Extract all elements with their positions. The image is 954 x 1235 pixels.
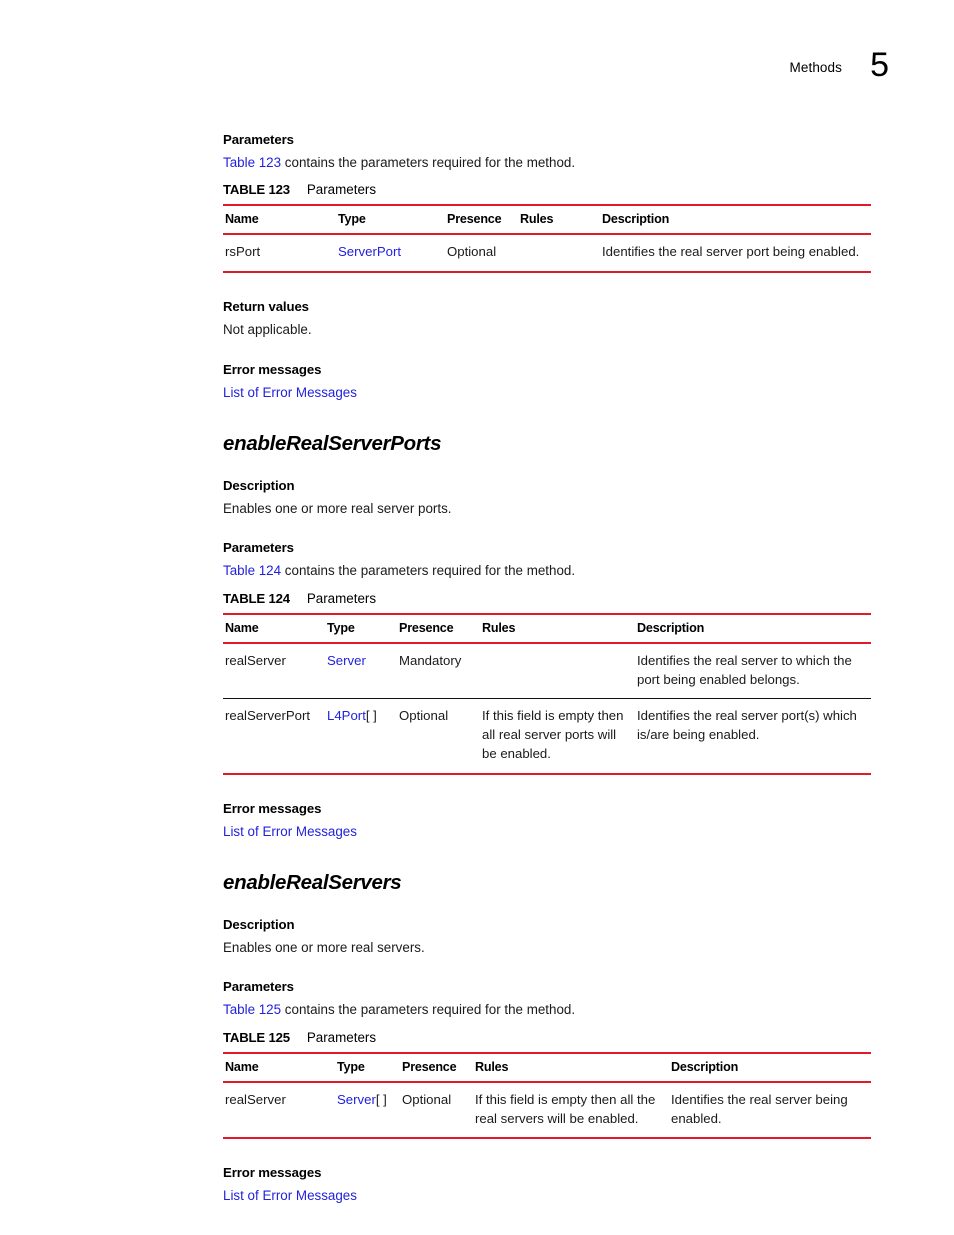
cell-description: Identifies the real server being enabled…	[669, 1081, 871, 1140]
cell-presence: Mandatory	[397, 642, 480, 700]
table-124-number: TABLE 124	[223, 590, 290, 606]
cell-name: realServerPort	[223, 698, 325, 775]
column-header-presence: Presence	[400, 1051, 473, 1083]
return-values-text: Not applicable.	[223, 322, 312, 338]
table-header-row: Name Type Presence Rules Description	[223, 204, 871, 236]
parameters-intro-2-rest: contains the parameters required for the…	[281, 563, 576, 579]
header-running-title: Methods	[789, 60, 842, 75]
error-messages-link-1[interactable]: List of Error Messages	[223, 383, 871, 402]
table-header-row: Name Type Presence Rules Description	[223, 1051, 871, 1083]
table-123-caption: TABLE 123 Parameters	[223, 182, 871, 197]
table-123-link[interactable]: Table 123	[223, 155, 281, 170]
cell-presence: Optional	[445, 234, 518, 274]
cell-name: rsPort	[223, 234, 336, 274]
table-124-link[interactable]: Table 124	[223, 563, 281, 578]
column-header-rules: Rules	[473, 1051, 669, 1083]
table-header-row: Name Type Presence Rules Description	[223, 612, 871, 644]
parameters-intro-3-rest: contains the parameters required for the…	[281, 1002, 576, 1018]
cell-description: Identifies the real server port being en…	[600, 234, 871, 274]
chapter-number: 5	[870, 46, 889, 84]
cell-type: Server[ ]	[335, 1081, 400, 1140]
column-header-name: Name	[223, 612, 325, 644]
cell-presence: Optional	[400, 1081, 473, 1140]
table-124-title: Parameters	[306, 590, 377, 606]
error-messages-link-2[interactable]: List of Error Messages	[223, 822, 871, 841]
type-link-server[interactable]: Server	[337, 1092, 376, 1107]
table-125-caption: TABLE 125 Parameters	[223, 1030, 871, 1045]
page-header: Methods 5	[0, 46, 954, 96]
page-content: Parameters Table 123 contains the parame…	[223, 132, 871, 1206]
table-125-link[interactable]: Table 125	[223, 1002, 281, 1017]
table-row: rsPort ServerPort Optional Identifies th…	[223, 234, 871, 274]
type-array-suffix: [ ]	[365, 708, 377, 724]
type-array-suffix: [ ]	[375, 1091, 387, 1107]
table-124-caption: TABLE 124 Parameters	[223, 591, 871, 606]
column-header-name: Name	[223, 204, 336, 236]
column-header-name: Name	[223, 1051, 335, 1083]
column-header-type: Type	[336, 204, 445, 236]
error-messages-heading-3: Error messages	[223, 1165, 322, 1181]
return-values-heading: Return values	[223, 299, 309, 315]
table-125-number: TABLE 125	[223, 1029, 290, 1045]
table-row: realServerPort L4Port[ ] Optional If thi…	[223, 698, 871, 775]
description-heading-2: Description	[223, 917, 295, 933]
cell-type: Server	[325, 642, 397, 700]
error-messages-heading-1: Error messages	[223, 361, 322, 377]
method-heading-enablerealservers: enableRealServers	[223, 871, 402, 895]
cell-description: Identifies the real server port(s) which…	[635, 698, 871, 775]
column-header-presence: Presence	[445, 204, 518, 236]
cell-name: realServer	[223, 642, 325, 700]
cell-presence: Optional	[397, 698, 480, 775]
type-link-server[interactable]: Server	[327, 653, 366, 668]
cell-description: Identifies the real server to which the …	[635, 642, 871, 700]
cell-type: ServerPort	[336, 234, 445, 274]
parameters-intro-3: Table 125 contains the parameters requir…	[223, 1000, 871, 1019]
table-123: Name Type Presence Rules Description rsP…	[223, 204, 871, 274]
description-text-1: Enables one or more real server ports.	[223, 501, 452, 517]
cell-rules: If this field is empty then all real ser…	[480, 698, 635, 775]
column-header-description: Description	[635, 612, 871, 644]
type-link-l4port[interactable]: L4Port	[327, 708, 366, 723]
cell-rules	[480, 642, 635, 700]
column-header-rules: Rules	[518, 204, 600, 236]
cell-name: realServer	[223, 1081, 335, 1140]
parameters-heading-3: Parameters	[223, 979, 294, 995]
column-header-rules: Rules	[480, 612, 635, 644]
table-row: realServer Server[ ] Optional If this fi…	[223, 1081, 871, 1140]
table-125: Name Type Presence Rules Description rea…	[223, 1051, 871, 1140]
cell-rules	[518, 234, 600, 274]
table-124: Name Type Presence Rules Description rea…	[223, 612, 871, 775]
column-header-type: Type	[325, 612, 397, 644]
error-messages-link-3[interactable]: List of Error Messages	[223, 1186, 871, 1205]
parameters-intro-1: Table 123 contains the parameters requir…	[223, 153, 871, 172]
error-messages-heading-2: Error messages	[223, 800, 322, 816]
description-text-2: Enables one or more real servers.	[223, 940, 425, 956]
parameters-intro-2: Table 124 contains the parameters requir…	[223, 561, 871, 580]
cell-type: L4Port[ ]	[325, 698, 397, 775]
table-125-title: Parameters	[306, 1029, 377, 1045]
cell-rules: If this field is empty then all the real…	[473, 1081, 669, 1140]
parameters-intro-1-rest: contains the parameters required for the…	[281, 155, 576, 170]
table-row: realServer Server Mandatory Identifies t…	[223, 642, 871, 700]
column-header-description: Description	[669, 1051, 871, 1083]
type-link-serverport[interactable]: ServerPort	[338, 244, 401, 259]
method-heading-enablerealserverports: enableRealServerPorts	[223, 432, 442, 456]
column-header-description: Description	[600, 204, 871, 236]
table-123-number: TABLE 123	[223, 182, 290, 198]
description-heading-1: Description	[223, 478, 295, 494]
column-header-presence: Presence	[397, 612, 480, 644]
parameters-heading-1: Parameters	[223, 132, 294, 147]
column-header-type: Type	[335, 1051, 400, 1083]
table-123-title: Parameters	[306, 182, 377, 198]
parameters-heading-2: Parameters	[223, 540, 294, 556]
